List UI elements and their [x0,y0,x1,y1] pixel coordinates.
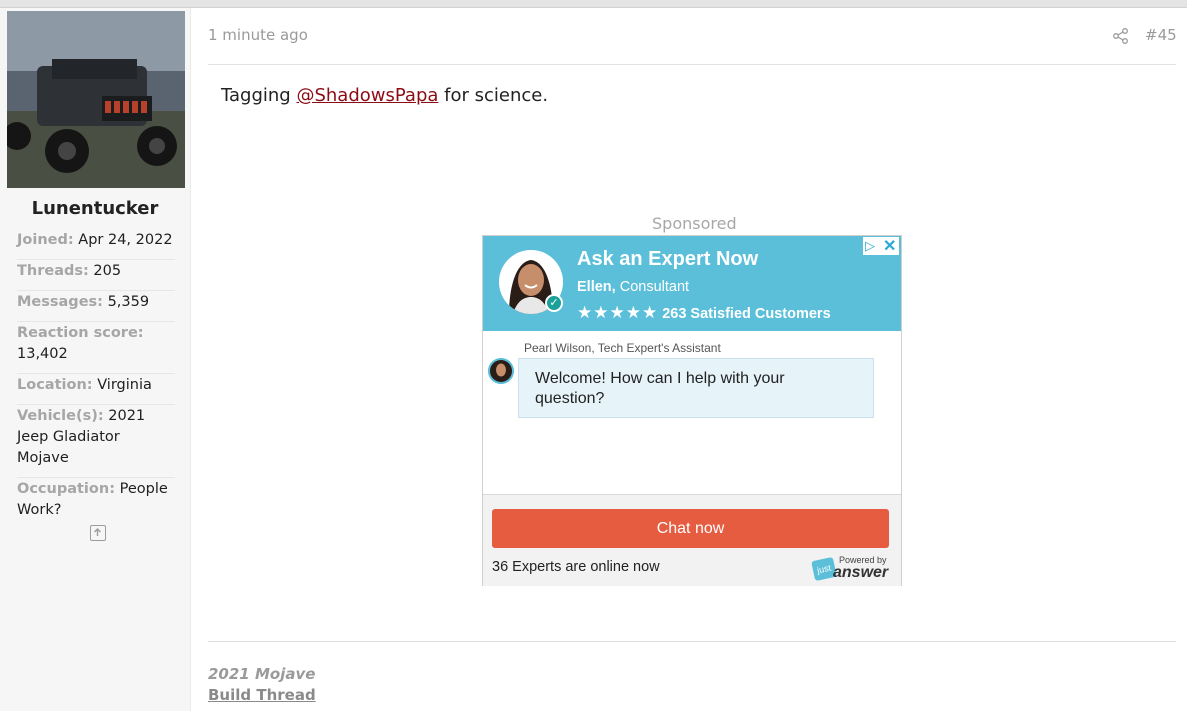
info-threads: Threads: 205 [17,261,175,291]
chat-now-button[interactable]: Chat now [492,509,889,548]
expert-role: Consultant [615,279,690,295]
info-value: 205 [93,263,122,279]
info-key: Location: [17,377,93,393]
info-value: 13,402 [17,346,68,362]
info-joined: Joined: Apr 24, 2022 [17,230,175,260]
expert-info: Ellen, Consultant [577,279,689,295]
build-thread-link[interactable]: Build Thread [208,686,316,704]
welcome-message-bubble[interactable]: Welcome! How can I help with your questi… [518,358,874,418]
experts-online-text: 36 Experts are online now [492,559,660,575]
post-text: Tagging [221,85,297,106]
assistant-name: Pearl Wilson, Tech Expert's Assistant [524,341,721,355]
signature-divider [208,641,1176,642]
info-vehicles: Vehicle(s): 2021 Jeep Gladiator Mojave [17,406,175,478]
adchoices-icon[interactable]: ▷ [865,238,875,254]
justanswer-logo[interactable]: Powered by just answer [811,555,891,583]
info-key: Joined: [17,232,74,248]
ad-title[interactable]: Ask an Expert Now [577,248,758,271]
ad-footer: Chat now 36 Experts are online now Power… [483,494,901,586]
username[interactable]: Lunentucker [0,198,190,219]
info-reaction-score: Reaction score: 13,402 [17,323,175,374]
adchoices-badge[interactable]: ▷ ✕ [863,237,899,255]
top-border [0,0,1187,8]
divider [208,64,1176,65]
user-info: Joined: Apr 24, 2022 Threads: 205 Messag… [17,230,175,530]
info-occupation: Occupation: People Work? [17,479,175,529]
expert-name: Ellen, [577,279,616,295]
user-avatar[interactable] [7,11,185,188]
user-sidebar: Lunentucker Joined: Apr 24, 2022 Threads… [0,8,191,711]
post-text: for science. [438,85,549,106]
close-ad-icon[interactable]: ✕ [883,236,896,256]
info-key: Occupation: [17,481,115,497]
rating-text: 263 Satisfied Customers [662,306,831,322]
info-messages: Messages: 5,359 [17,292,175,322]
ad-header[interactable]: ✓ Ask an Expert Now Ellen, Consultant ★★… [483,236,901,331]
info-value: Virginia [97,377,152,393]
brand-answer: answer [833,564,889,581]
info-value: Apr 24, 2022 [78,232,173,248]
user-mention-link[interactable]: @ShadowsPapa [296,85,438,106]
rating: ★★★★★ 263 Satisfied Customers [577,303,831,323]
info-value: 5,359 [107,294,150,310]
signature-line: 2021 Mojave [208,665,316,683]
expand-icon[interactable] [90,525,106,541]
verified-check-icon: ✓ [545,294,563,312]
star-rating-icon: ★★★★★ [577,303,659,322]
assistant-avatar [488,358,514,384]
post-timestamp[interactable]: 1 minute ago [208,26,308,44]
post-body: Tagging @ShadowsPapa for science. [221,85,548,106]
info-key: Reaction score: [17,325,144,341]
sponsored-ad[interactable]: ✓ Ask an Expert Now Ellen, Consultant ★★… [482,235,902,586]
info-location: Location: Virginia [17,375,175,405]
info-key: Vehicle(s): [17,408,104,424]
share-icon[interactable] [1112,27,1130,45]
sponsored-label: Sponsored [652,214,737,233]
info-key: Messages: [17,294,103,310]
post-number[interactable]: #45 [1145,26,1177,44]
info-key: Threads: [17,263,89,279]
